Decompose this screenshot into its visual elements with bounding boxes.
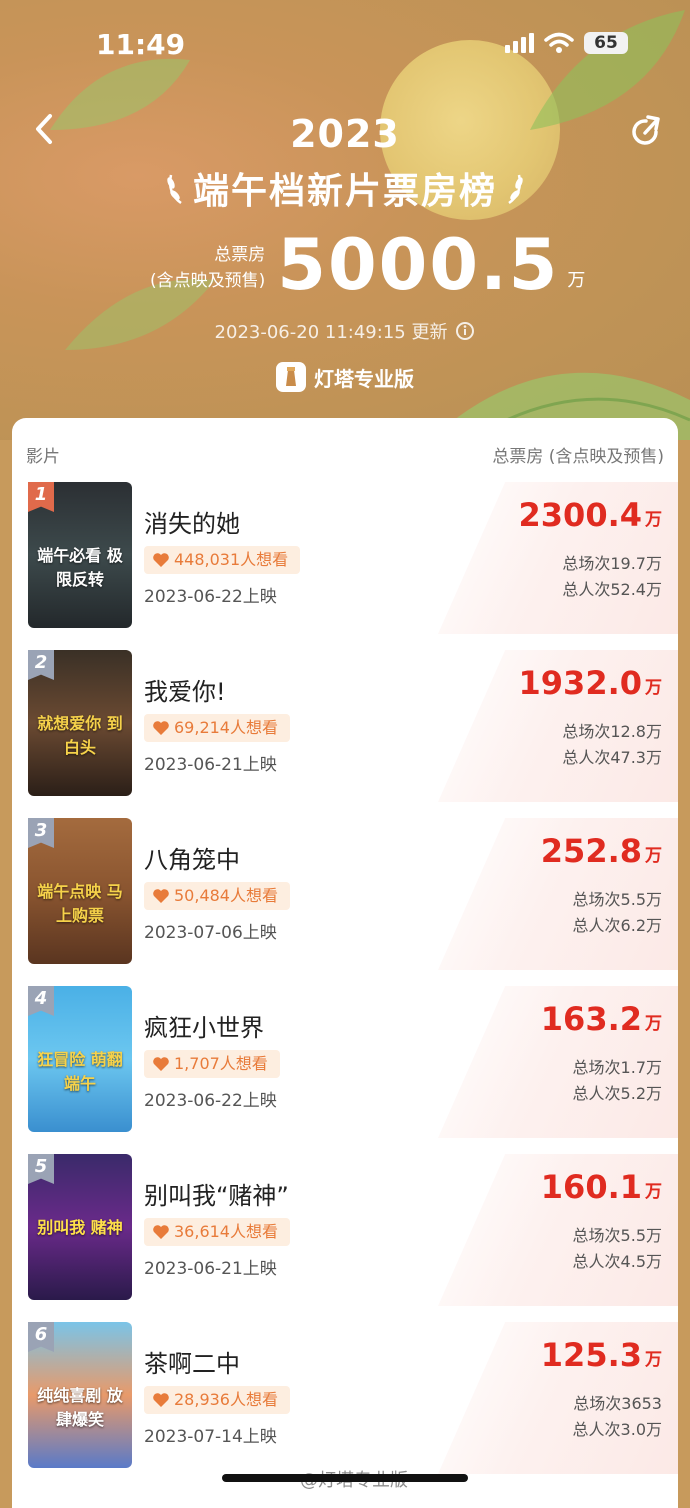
want-to-see-badge: 28,936人想看 [144, 1386, 290, 1414]
heart-icon [153, 889, 169, 903]
box-office-unit: 万 [645, 846, 662, 866]
poster-caption: 纯纯喜剧 放肆爆笑 [37, 1386, 123, 1429]
box-office-value: 1932.0 [518, 664, 642, 702]
box-office: 160.1 万 [541, 1168, 662, 1206]
wifi-icon [544, 32, 574, 53]
poster-caption: 端午点映 马上购票 [37, 882, 123, 925]
movie-row[interactable]: 端午必看 极限反转 1 消失的她 448,031人想看 2023-06-22上映 2300… [12, 482, 678, 634]
movie-title[interactable]: 八角笼中 [144, 840, 240, 875]
total-shows: 总场次5.5万 [572, 890, 662, 909]
title-row: 端午档新片票房榜 [0, 162, 690, 214]
release-date: 2023-07-14上映 [144, 1427, 277, 1447]
page-title: 端午档新片票房榜 [192, 171, 497, 212]
box-office: 125.3 万 [541, 1336, 662, 1374]
ranking-card: 影片 总票房 (含点映及预售) 端午必看 极限反转 1 消失的她 448,031人想看… [12, 418, 678, 1508]
movie-row[interactable]: 狂冒险 萌翻端午 4 疯狂小世界 1,707人想看 2023-06-22上映 163.2 万… [12, 986, 678, 1138]
brand: 灯塔专业版 [0, 362, 690, 392]
movie-title[interactable]: 我爱你! [144, 672, 226, 707]
total-label: 总票房 (含点映及预售) [150, 242, 265, 294]
lighthouse-logo-icon [276, 362, 306, 392]
laurel-left-icon [167, 174, 182, 205]
heart-icon [153, 1393, 169, 1407]
info-icon[interactable] [455, 321, 475, 341]
movie-title[interactable]: 茶啊二中 [144, 1344, 240, 1379]
poster-caption: 别叫我 赌神 [37, 1218, 123, 1237]
box-office: 163.2 万 [541, 1000, 662, 1038]
column-box-header: 总票房 (含点映及预售) [492, 447, 664, 467]
box-office-unit: 万 [645, 1350, 662, 1370]
box-office-value: 2300.4 [518, 496, 642, 534]
signal-icon [505, 33, 534, 53]
want-count: 28,936人想看 [174, 1390, 278, 1409]
want-to-see-badge: 1,707人想看 [144, 1050, 280, 1078]
poster-caption: 狂冒险 萌翻端午 [37, 1050, 123, 1093]
total-admissions: 总人次4.5万 [572, 1252, 662, 1271]
battery-indicator: 65 [584, 32, 628, 54]
want-to-see-badge: 448,031人想看 [144, 546, 301, 574]
movie-title[interactable]: 消失的她 [144, 504, 240, 539]
total-admissions: 总人次52.4万 [562, 580, 662, 599]
want-count: 50,484人想看 [174, 886, 278, 905]
total-value: 5000.5 [277, 224, 560, 306]
box-office: 252.8 万 [541, 832, 662, 870]
movie-title[interactable]: 疯狂小世界 [144, 1008, 264, 1043]
release-date: 2023-06-21上映 [144, 1259, 277, 1279]
movie-row[interactable]: 纯纯喜剧 放肆爆笑 6 茶啊二中 28,936人想看 2023-07-14上映 125.3… [12, 1322, 678, 1474]
release-date: 2023-06-21上映 [144, 755, 277, 775]
hero-banner: 11:49 65 2023 端午档新片票房榜 总票房 (含点映及预售) 5000… [0, 0, 690, 440]
want-to-see-badge: 36,614人想看 [144, 1218, 290, 1246]
total-shows: 总场次1.7万 [572, 1058, 662, 1077]
box-office: 1932.0 万 [519, 664, 662, 702]
poster-caption: 端午必看 极限反转 [37, 546, 123, 589]
total-admissions: 总人次3.0万 [572, 1420, 662, 1439]
heart-icon [153, 721, 169, 735]
home-indicator[interactable] [222, 1474, 468, 1482]
release-date: 2023-06-22上映 [144, 587, 277, 607]
total-shows: 总场次19.7万 [562, 554, 662, 573]
heart-icon [153, 1057, 169, 1071]
box-office-value: 163.2 [540, 1000, 642, 1038]
want-count: 36,614人想看 [174, 1222, 278, 1241]
total-shows: 总场次3653 [573, 1394, 662, 1413]
update-time: 2023-06-20 11:49:15 更新 [214, 322, 448, 343]
box-office-unit: 万 [645, 678, 662, 698]
want-count: 448,031人想看 [174, 550, 289, 569]
brand-name: 灯塔专业版 [314, 366, 414, 391]
movie-row[interactable]: 就想爱你 到白头 2 我爱你! 69,214人想看 2023-06-21上映 1932.0… [12, 650, 678, 802]
total-admissions: 总人次6.2万 [572, 916, 662, 935]
status-time: 11:49 [96, 28, 186, 61]
total-admissions: 总人次5.2万 [572, 1084, 662, 1103]
release-date: 2023-06-22上映 [144, 1091, 277, 1111]
box-office-value: 252.8 [540, 832, 642, 870]
movie-row[interactable]: 端午点映 马上购票 3 八角笼中 50,484人想看 2023-07-06上映 252.8… [12, 818, 678, 970]
want-count: 1,707人想看 [174, 1054, 268, 1073]
box-office-value: 160.1 [540, 1168, 642, 1206]
box-office-value: 125.3 [540, 1336, 642, 1374]
status-bar-icons: 65 [505, 32, 628, 54]
box-office-unit: 万 [645, 1182, 662, 1202]
total-box-office: 总票房 (含点映及预售) 5000.5 万 [150, 228, 585, 302]
heart-icon [153, 1225, 169, 1239]
want-to-see-badge: 50,484人想看 [144, 882, 290, 910]
update-time-row: 2023-06-20 11:49:15 更新 [0, 318, 690, 344]
column-film-header: 影片 [26, 447, 60, 467]
total-label-main: 总票房 [214, 245, 266, 265]
box-office-unit: 万 [645, 1014, 662, 1034]
want-count: 69,214人想看 [174, 718, 278, 737]
total-label-sub: (含点映及预售) [150, 271, 266, 291]
laurel-right-icon [508, 174, 523, 205]
heart-icon [153, 553, 169, 567]
poster-caption: 就想爱你 到白头 [37, 714, 123, 757]
total-shows: 总场次12.8万 [562, 722, 662, 741]
year-label: 2023 [290, 112, 400, 156]
total-unit: 万 [567, 270, 586, 291]
box-office: 2300.4 万 [519, 496, 662, 534]
total-shows: 总场次5.5万 [572, 1226, 662, 1245]
total-admissions: 总人次47.3万 [562, 748, 662, 767]
want-to-see-badge: 69,214人想看 [144, 714, 290, 742]
movie-title[interactable]: 别叫我“赌神” [144, 1176, 289, 1211]
box-office-unit: 万 [645, 510, 662, 530]
release-date: 2023-07-06上映 [144, 923, 277, 943]
movie-row[interactable]: 别叫我 赌神 5 别叫我“赌神” 36,614人想看 2023-06-21上映 160.1… [12, 1154, 678, 1306]
